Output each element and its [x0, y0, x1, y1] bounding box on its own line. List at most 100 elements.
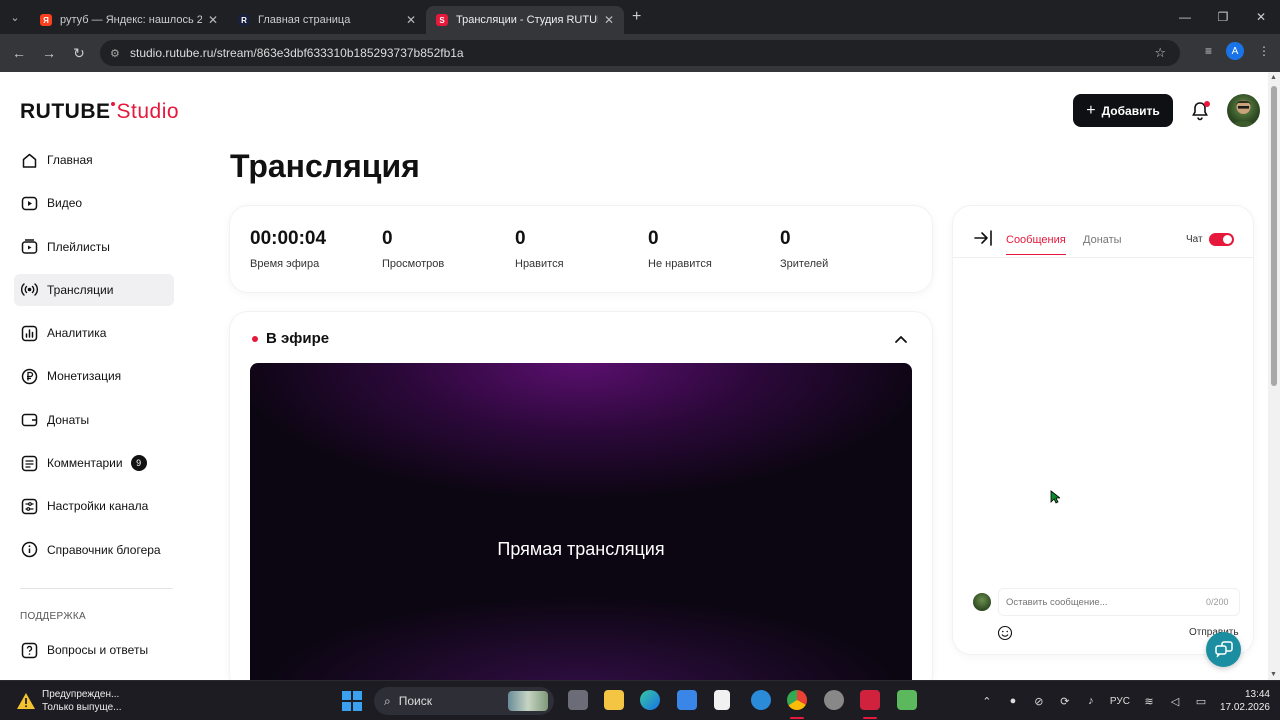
taskbar-search[interactable]: ⌕ Поиск: [374, 687, 554, 715]
player-label: Прямая трансляция: [497, 539, 665, 559]
stat-viewers: 0 Зрителей: [780, 228, 828, 270]
address-bar[interactable]: ⚙ studio.rutube.ru/stream/863e3dbf633310…: [100, 40, 1180, 66]
reading-list-icon[interactable]: ≡: [1205, 44, 1212, 58]
chevron-up-icon[interactable]: [894, 332, 908, 346]
scrollbar-thumb[interactable]: [1271, 86, 1277, 386]
file-explorer-icon[interactable]: [604, 690, 624, 710]
restore-icon[interactable]: ❐: [1204, 0, 1242, 34]
page-title: Трансляция: [230, 148, 420, 184]
scroll-up-arrow-icon[interactable]: ▲: [1270, 74, 1277, 81]
sidebar-item-broadcasts[interactable]: Трансляции: [14, 273, 174, 306]
reload-icon[interactable]: ↻: [64, 45, 94, 62]
warning-notification[interactable]: Предупрежден... Только выпуще...: [16, 688, 121, 714]
clock[interactable]: 13:44 17.02.2026: [1220, 688, 1270, 714]
plus-icon: +: [1086, 101, 1096, 119]
close-tab-icon[interactable]: ✕: [208, 13, 218, 27]
globe-app-icon[interactable]: [751, 690, 771, 710]
tray-chevron-up-icon[interactable]: ⌃: [980, 694, 994, 708]
notifications-bell-icon[interactable]: [1189, 100, 1211, 122]
add-button[interactable]: + Добавить: [1073, 94, 1173, 127]
support-chat-fab[interactable]: [1206, 632, 1241, 667]
tab-messages[interactable]: Сообщения: [1006, 234, 1066, 255]
playlist-icon: [20, 238, 38, 256]
user-avatar[interactable]: [1227, 94, 1260, 127]
ruble-icon: [20, 367, 38, 385]
edge-browser-icon[interactable]: [640, 690, 660, 710]
studio-favicon-icon: S: [436, 14, 448, 26]
task-view-icon[interactable]: [568, 690, 588, 710]
sidebar-item-monetization[interactable]: Монетизация: [14, 360, 174, 392]
tray-muted-icon[interactable]: ⊘: [1032, 694, 1046, 708]
windows-taskbar: Предупрежден... Только выпуще... ⌕ Поиск…: [0, 680, 1280, 720]
url-text: studio.rutube.ru/stream/863e3dbf633310b1…: [130, 46, 464, 60]
bookmark-star-icon[interactable]: ☆: [1154, 45, 1166, 61]
stat-label: Нравится: [515, 258, 564, 270]
browser-menu-icon[interactable]: ⋮: [1258, 44, 1270, 58]
sidebar-item-label: Комментарии: [47, 456, 123, 471]
info-icon: [20, 541, 38, 559]
close-window-icon[interactable]: ✕: [1242, 0, 1280, 34]
scroll-down-arrow-icon[interactable]: ▼: [1270, 671, 1277, 678]
browser-tab-yandex[interactable]: Я рутуб — Яндекс: нашлось 2 млн результа…: [30, 6, 228, 34]
tab-donations[interactable]: Донаты: [1083, 234, 1122, 246]
comments-icon: [20, 454, 38, 472]
forward-arrow-icon[interactable]: →: [34, 45, 64, 61]
tray-app-icon[interactable]: ●: [1006, 694, 1020, 708]
video-player[interactable]: Прямая трансляция: [250, 363, 912, 680]
stat-likes: 0 Нравится: [515, 228, 564, 270]
document-icon[interactable]: [714, 690, 730, 710]
minecraft-icon[interactable]: [897, 690, 917, 710]
sidebar-item-blogger-guide[interactable]: Справочник блогера: [14, 534, 174, 566]
minimize-icon[interactable]: —: [1166, 0, 1204, 34]
sidebar-item-label: Монетизация: [47, 369, 122, 384]
add-button-label: Добавить: [1101, 103, 1160, 118]
message-input[interactable]: [998, 588, 1240, 616]
sidebar-item-home[interactable]: Главная: [14, 144, 174, 176]
collapse-panel-icon[interactable]: [973, 230, 993, 246]
sidebar-item-analytics[interactable]: Аналитика: [14, 317, 174, 349]
tab-title: рутуб — Яндекс: нашлось 2 млн результато…: [60, 14, 202, 26]
volume-icon[interactable]: ◁: [1168, 694, 1182, 708]
analytics-icon: [20, 324, 38, 342]
obs-icon[interactable]: [824, 690, 844, 710]
warning-icon: [16, 692, 36, 710]
sidebar-item-donations[interactable]: Донаты: [14, 404, 174, 436]
stream-stats-card: 00:00:04 Время эфира 0 Просмотров 0 Нрав…: [230, 206, 932, 292]
browser-toolbar: ← → ↻ ⚙ studio.rutube.ru/stream/863e3dbf…: [0, 34, 1280, 72]
microphone-icon[interactable]: ♪: [1084, 694, 1098, 708]
clock-time: 13:44: [1244, 689, 1270, 700]
browser-tab-studio[interactable]: S Трансляции - Студия RUTUBE ✕: [426, 6, 624, 34]
new-tab-plus-icon[interactable]: +: [632, 8, 641, 26]
chat-user-avatar: [973, 593, 991, 611]
close-tab-icon[interactable]: ✕: [604, 13, 614, 27]
chrome-icon[interactable]: [787, 690, 807, 710]
live-stream-card: В эфире Прямая трансляция: [230, 312, 932, 680]
profile-avatar[interactable]: A: [1226, 42, 1244, 60]
site-info-icon[interactable]: ⚙: [110, 47, 120, 60]
close-tab-icon[interactable]: ✕: [406, 13, 416, 27]
windows-start-icon[interactable]: [342, 691, 362, 711]
language-indicator[interactable]: РУС: [1110, 696, 1130, 707]
emoji-icon[interactable]: [997, 625, 1013, 641]
sidebar-item-video[interactable]: Видео: [14, 187, 174, 219]
browser-tab-home[interactable]: R Главная страница ✕: [228, 6, 426, 34]
page-scrollbar[interactable]: ▲ ▼: [1268, 72, 1280, 680]
chrome-active-indicator: [790, 717, 804, 719]
chat-toggle[interactable]: [1209, 233, 1234, 246]
sidebar-item-channel-settings[interactable]: Настройки канала: [14, 490, 174, 522]
char-counter: 0/200: [1206, 597, 1229, 607]
rutube-studio-logo[interactable]: RUTUBE Studio: [20, 100, 179, 124]
stat-label: Просмотров: [382, 258, 445, 270]
sidebar-item-faq[interactable]: Вопросы и ответы: [14, 634, 174, 666]
store-icon[interactable]: [677, 690, 697, 710]
sidebar-item-playlists[interactable]: Плейлисты: [14, 231, 174, 263]
wifi-icon[interactable]: ≋: [1142, 694, 1156, 708]
sidebar-item-comments[interactable]: Комментарии 9: [14, 447, 174, 479]
tray-sync-icon[interactable]: ⟳: [1058, 694, 1072, 708]
battery-icon[interactable]: ▭: [1194, 694, 1208, 708]
back-arrow-icon[interactable]: ←: [4, 45, 34, 61]
yandex-favicon-icon: Я: [40, 14, 52, 26]
tab-search-chevron-icon[interactable]: ⌄: [0, 0, 30, 34]
kaspersky-icon[interactable]: [860, 690, 880, 710]
toolbar-right: ≡ A ⋮: [1205, 42, 1270, 60]
